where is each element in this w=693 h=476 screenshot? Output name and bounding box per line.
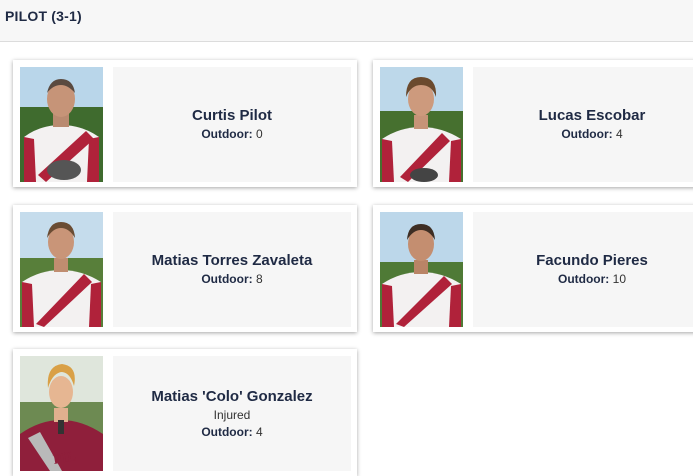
player-name[interactable]: Facundo Pieres: [536, 252, 648, 270]
player-info: Matias 'Colo' Gonzalez Injured Outdoor: …: [113, 356, 351, 471]
outdoor-label: Outdoor:: [557, 272, 610, 286]
outdoor-handicap: Outdoor: 4: [561, 126, 622, 142]
player-card-facundo-pieres[interactable]: Facundo Pieres Outdoor: 10: [373, 205, 693, 332]
player-card-matias-torres-zavaleta[interactable]: Matias Torres Zavaleta Outdoor: 8: [13, 205, 357, 332]
outdoor-handicap: Outdoor: 10: [558, 271, 626, 287]
outdoor-value: 4: [615, 127, 623, 141]
player-info: Matias Torres Zavaleta Outdoor: 8: [113, 212, 351, 327]
player-photo[interactable]: PIL: [20, 356, 103, 471]
team-title: PILOT (3-1): [5, 8, 82, 24]
outdoor-value: 4: [255, 424, 263, 439]
player-card-curtis-pilot[interactable]: Curtis Pilot Outdoor: 0: [13, 60, 357, 187]
player-card-lucas-escobar[interactable]: Lucas Escobar Outdoor: 4: [373, 60, 693, 187]
outdoor-handicap: Outdoor: 8: [201, 271, 262, 287]
player-info: Facundo Pieres Outdoor: 10: [473, 212, 693, 327]
outdoor-value: 10: [612, 272, 627, 286]
outdoor-label: Outdoor:: [201, 272, 253, 286]
player-card-matias-colo-gonzalez[interactable]: PIL Matias 'Colo' Gonzalez Injured Outdo…: [13, 349, 357, 476]
player-status: Injured: [213, 407, 251, 422]
outdoor-label: Outdoor:: [201, 424, 253, 439]
outdoor-label: Outdoor:: [201, 127, 253, 141]
player-info: Curtis Pilot Outdoor: 0: [113, 67, 351, 182]
outdoor-value: 0: [255, 127, 263, 141]
outdoor-value: 8: [255, 272, 263, 286]
player-photo[interactable]: [20, 67, 103, 182]
player-info: Lucas Escobar Outdoor: 4: [473, 67, 693, 182]
outdoor-handicap: Outdoor: 0: [201, 126, 262, 142]
player-name[interactable]: Matias Torres Zavaleta: [152, 252, 313, 270]
player-name[interactable]: Curtis Pilot: [192, 107, 272, 125]
player-photo[interactable]: [380, 212, 463, 327]
outdoor-label: Outdoor:: [561, 127, 613, 141]
outdoor-handicap: Outdoor: 4: [201, 424, 262, 440]
player-name[interactable]: Matias 'Colo' Gonzalez: [151, 388, 312, 406]
player-name[interactable]: Lucas Escobar: [539, 107, 646, 125]
team-header: PILOT (3-1): [0, 0, 693, 42]
player-photo[interactable]: [380, 67, 463, 182]
player-photo[interactable]: [20, 212, 103, 327]
